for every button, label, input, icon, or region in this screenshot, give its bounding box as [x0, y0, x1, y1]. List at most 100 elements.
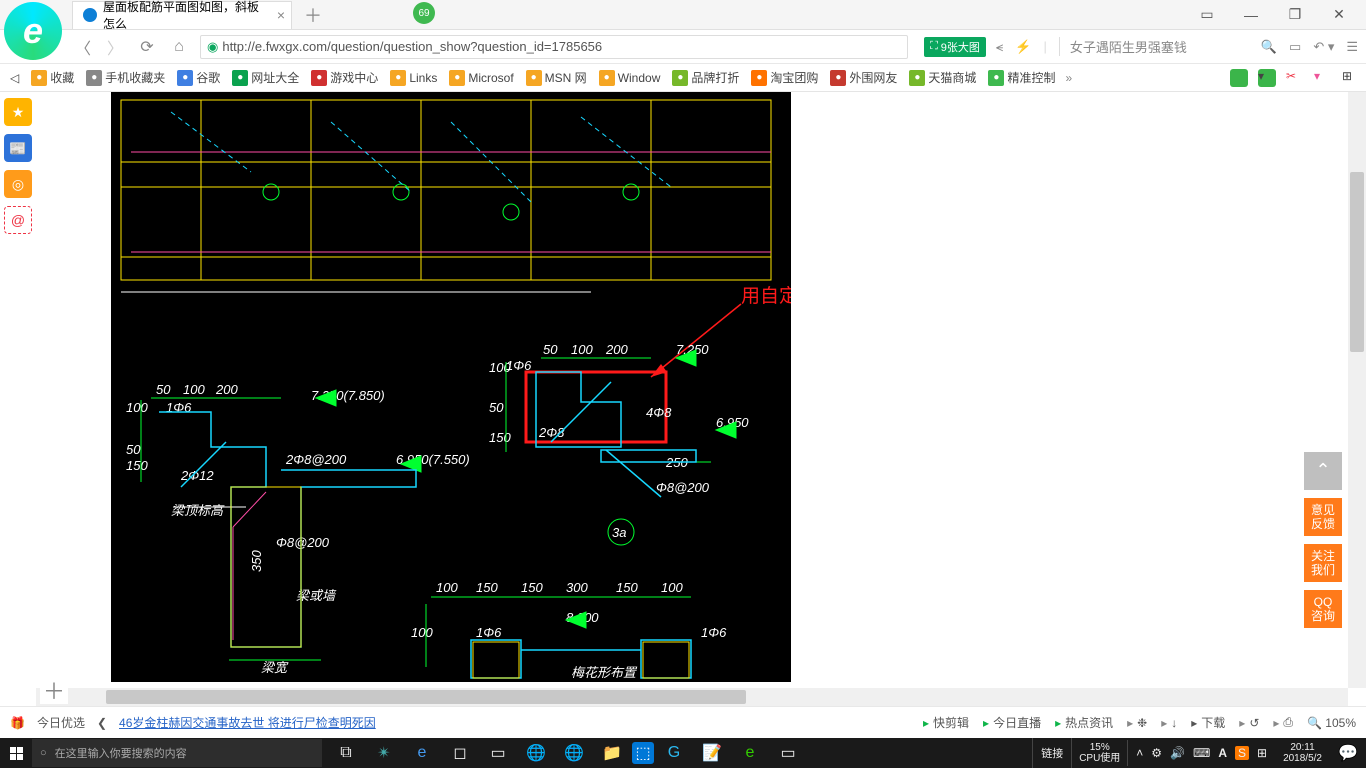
new-tab-button[interactable]: ＋	[304, 2, 322, 28]
scrollbar-thumb[interactable]	[106, 690, 746, 704]
today-picks[interactable]: 今日优选	[37, 714, 85, 731]
bookmark-item[interactable]: ●MSN 网	[522, 69, 591, 86]
taskbar-search[interactable]: ○ 在这里输入你要搜索的内容	[32, 739, 322, 767]
app-icon[interactable]: ◻	[442, 738, 478, 768]
image-count-badge[interactable]: ⛶ 9张大图	[924, 37, 986, 57]
at-icon[interactable]: @	[4, 206, 32, 234]
bookmark-item[interactable]: ●Microsof	[445, 69, 517, 86]
url-input[interactable]: ◉ http://e.fwxgx.com/question/question_s…	[200, 35, 908, 59]
app-icon[interactable]: 📝	[694, 738, 730, 768]
svg-text:50: 50	[156, 382, 171, 397]
reload-button[interactable]: ⟳	[136, 36, 158, 58]
edge-icon[interactable]: 🌐	[518, 738, 554, 768]
app-icon[interactable]: G	[656, 738, 692, 768]
bookmark-item[interactable]: ●品牌打折	[668, 69, 743, 86]
svg-text:梁或墙: 梁或墙	[296, 588, 337, 603]
gift-icon[interactable]: 🎁	[10, 716, 25, 730]
window-restore-button[interactable]: ❐	[1282, 2, 1308, 28]
bolt-icon[interactable]: ⚡	[1015, 39, 1031, 55]
scrollbar-thumb[interactable]	[1350, 172, 1364, 352]
fav-star-icon[interactable]: ★	[4, 98, 32, 126]
bookmark-item[interactable]: ●天猫商城	[905, 69, 980, 86]
ext-icon-2[interactable]: ▾	[1314, 69, 1332, 87]
news-icon[interactable]: 📰	[4, 134, 32, 162]
zoom-level[interactable]: 🔍 105%	[1307, 716, 1356, 730]
search-icon[interactable]: 🔍	[1261, 39, 1277, 55]
back-button[interactable]: 〈	[72, 36, 94, 58]
menu-icon[interactable]: ☰	[1346, 39, 1358, 55]
action-center-icon[interactable]: 💬	[1330, 738, 1366, 768]
vertical-scrollbar[interactable]	[1348, 92, 1366, 688]
bookmark-item[interactable]: ●谷歌	[173, 69, 224, 86]
browser-e-icon[interactable]: e	[732, 738, 768, 768]
bookmarks-more[interactable]: »	[1065, 71, 1072, 85]
bookmark-item[interactable]: ●网址大全	[228, 69, 303, 86]
edge-icon[interactable]: е	[404, 738, 440, 768]
app-icon[interactable]: ⬚	[632, 742, 654, 764]
horizontal-scrollbar[interactable]	[36, 688, 1348, 706]
window-skin-button[interactable]: ▭	[1194, 2, 1220, 28]
close-icon[interactable]: ×	[277, 7, 285, 23]
qq-consult-button[interactable]: QQ 咨询	[1304, 590, 1342, 628]
keyboard-icon[interactable]: ⌨	[1193, 746, 1210, 760]
svg-text:100: 100	[411, 625, 433, 640]
start-button[interactable]	[0, 738, 32, 768]
tray-icon[interactable]: ⊞	[1257, 746, 1267, 760]
bookmarks-right: ▾ ✂ ▾ ⊞	[1230, 69, 1360, 87]
home-button[interactable]: ⌂	[168, 36, 190, 58]
tray-up-icon[interactable]: ˄	[1136, 746, 1143, 760]
svg-text:2Φ8@200: 2Φ8@200	[285, 452, 347, 467]
feedback-button[interactable]: 意见 反馈	[1304, 498, 1342, 536]
sogou-icon[interactable]: S	[1235, 746, 1249, 760]
bookmark-item[interactable]: ●Window	[595, 69, 665, 86]
volume-icon[interactable]: 🔊	[1170, 746, 1185, 760]
shield-icon[interactable]	[1230, 69, 1248, 87]
scissors-icon[interactable]: ✂	[1286, 69, 1304, 87]
footer-item[interactable]: ▸ ↓	[1161, 716, 1177, 730]
app-icon[interactable]: ▭	[480, 738, 516, 768]
grid-icon[interactable]: ⊞	[1342, 69, 1360, 87]
bookmark-item[interactable]: ●Links	[386, 69, 441, 86]
chev-left-icon[interactable]: ❮	[97, 716, 107, 730]
sidebar-add-button[interactable]: ＋	[40, 676, 68, 704]
window-minimize-button[interactable]: —	[1238, 2, 1264, 28]
read-mode-icon[interactable]: ▭	[1289, 39, 1301, 55]
ime-status[interactable]: 链接	[1032, 738, 1072, 768]
ext-icon-1[interactable]: ▾	[1258, 69, 1276, 87]
footer-item[interactable]: ▸ 热点资讯	[1055, 714, 1113, 731]
back-to-top-button[interactable]: ⌃	[1304, 452, 1342, 490]
task-view-icon[interactable]: ⧉	[328, 738, 364, 768]
tray-icon[interactable]: ⚙	[1151, 746, 1162, 760]
taskbar-clock[interactable]: 20:112018/5/2	[1275, 742, 1330, 764]
bookmark-item[interactable]: ●精准控制	[984, 69, 1059, 86]
footer-item[interactable]: ▸ 今日直播	[983, 714, 1041, 731]
browser-tab[interactable]: 屋面板配筋平面图如图，斜板怎么 ×	[72, 1, 292, 29]
cpu-meter[interactable]: 15%CPU使用	[1072, 740, 1128, 766]
forward-button[interactable]: 〉	[104, 36, 126, 58]
footer-item[interactable]: ▸ ❉	[1127, 716, 1147, 730]
news-link[interactable]: 46岁金柱赫因交通事故去世 将进行尸检查明死因	[119, 714, 376, 731]
explorer-icon[interactable]: 📁	[594, 738, 630, 768]
app-icon[interactable]: ✴	[366, 738, 402, 768]
window-close-button[interactable]: ✕	[1326, 2, 1352, 28]
history-icon[interactable]: ↶ ▾	[1313, 39, 1334, 55]
bookmark-item[interactable]: ●游戏中心	[307, 69, 382, 86]
footer-item[interactable]: ▸ 快剪辑	[923, 714, 969, 731]
notification-badge[interactable]: 69	[413, 2, 435, 24]
ie-icon[interactable]: 🌐	[556, 738, 592, 768]
bookmark-item[interactable]: ●手机收藏夹	[82, 69, 169, 86]
follow-us-button[interactable]: 关注 我们	[1304, 544, 1342, 582]
search-input[interactable]: 女子遇陌生男强塞钱	[1059, 37, 1249, 56]
bookmarks-nav-left[interactable]: ◁	[6, 71, 23, 85]
bookmark-item[interactable]: ●收藏	[27, 69, 78, 86]
footer-item[interactable]: ▸ ↺	[1239, 716, 1259, 730]
bookmark-item[interactable]: ●淘宝团购	[747, 69, 822, 86]
bookmark-item[interactable]: ●外围网友	[826, 69, 901, 86]
ime-a-icon[interactable]: A	[1218, 746, 1227, 760]
svg-text:4Φ8: 4Φ8	[646, 405, 672, 420]
weibo-icon[interactable]: ◎	[4, 170, 32, 198]
footer-item[interactable]: ▸ 下载	[1191, 714, 1225, 731]
footer-item[interactable]: ▸ ⎙	[1273, 715, 1293, 730]
app-icon[interactable]: ▭	[770, 738, 806, 768]
share-icon[interactable]: ⪪	[996, 39, 1003, 55]
